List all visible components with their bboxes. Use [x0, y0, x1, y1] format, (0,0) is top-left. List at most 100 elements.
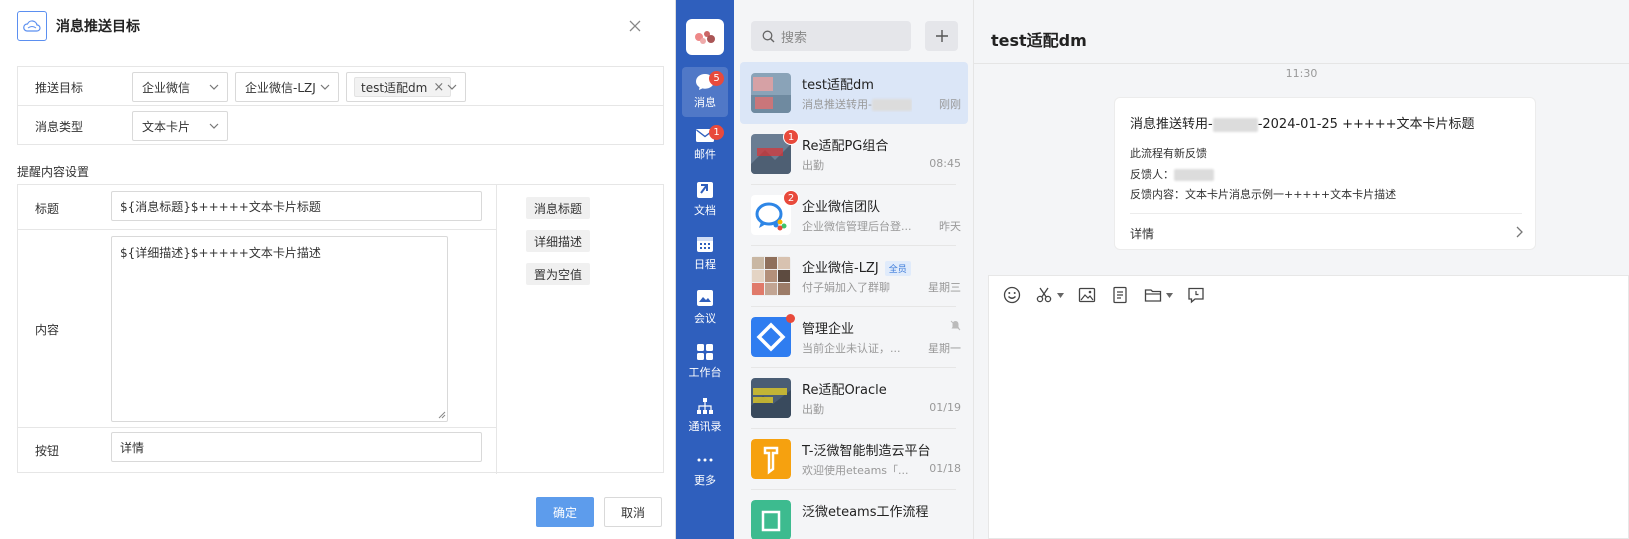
chevron-right-icon[interactable]	[1515, 226, 1523, 238]
folder-icon	[1144, 289, 1162, 302]
target-settings: 推送目标 企业微信 企业微信-LZJ test适配dm × 消息类型 文本卡片	[17, 66, 664, 145]
nav-label: 会议	[694, 312, 716, 325]
feedback-person-label: 反馈人：	[1130, 168, 1174, 181]
document-button[interactable]	[1111, 286, 1129, 304]
push-target-select-1[interactable]: 企业微信	[132, 72, 228, 102]
document-icon	[1113, 286, 1127, 304]
card-title-prefix: 消息推送转用-	[1130, 117, 1213, 132]
nav-item-more[interactable]: 更多	[682, 445, 728, 495]
push-target-select-3[interactable]: test适配dm ×	[346, 72, 466, 102]
nav-label: 日程	[694, 258, 716, 271]
nav-item-calendar[interactable]: 日程	[682, 229, 728, 279]
avatar	[751, 256, 791, 296]
chat-item-test-dm[interactable]: test适配dm 消息推送转用- 刚刚	[740, 62, 968, 124]
title-input[interactable]	[111, 191, 482, 221]
chat-list-panel: 搜索 test适配dm 消息推送转用- 刚刚 1 Re适配PG组合 出勤 08:…	[734, 0, 974, 539]
nav-label: 更多	[694, 474, 716, 487]
add-button[interactable]	[925, 21, 958, 51]
unread-badge: 1	[783, 129, 799, 145]
content-settings: 标题 内容 ${详细描述}$+++++文本卡片描述 按钮 消息标题 详细描述 置…	[17, 184, 664, 474]
history-button[interactable]	[1187, 286, 1205, 304]
nav-item-docs[interactable]: 文档	[682, 175, 728, 225]
card-title-suffix: -2024-01-25 +++++文本卡片标题	[1257, 117, 1475, 132]
button-input[interactable]	[111, 432, 482, 462]
chat-item-manage-company[interactable]: 管理企业 当前企业未认证，... 星期一	[740, 306, 968, 368]
confirm-button[interactable]: 确定	[536, 497, 594, 527]
chat-preview: 出勤	[802, 159, 824, 172]
nav-item-meeting[interactable]: 会议	[682, 283, 728, 333]
nav-item-mail[interactable]: 邮件 1	[682, 121, 728, 171]
folder-button[interactable]	[1144, 286, 1173, 304]
push-target-value-1: 企业微信	[142, 80, 191, 95]
text-card-message[interactable]: 消息推送转用- -2024-01-25 +++++文本卡片标题 此流程有新反馈 反…	[1114, 97, 1536, 250]
card-line-feedback-person: 反馈人：	[1130, 166, 1214, 182]
dialog-title: 消息推送目标	[56, 19, 140, 35]
redacted-text	[1174, 169, 1214, 181]
image-button[interactable]	[1078, 286, 1096, 304]
nav-label: 工作台	[688, 366, 722, 379]
close-icon[interactable]	[625, 16, 645, 36]
cloud-icon	[17, 11, 47, 41]
card-detail-link[interactable]: 详情	[1130, 225, 1154, 242]
message-type-select[interactable]: 文本卡片	[132, 111, 228, 141]
avatar	[751, 317, 791, 357]
reminder-section-title: 提醒内容设置	[17, 165, 90, 179]
nav-item-messages[interactable]: 消息 5	[682, 67, 728, 117]
chat-preview: 消息推送转用-	[802, 96, 912, 112]
nav-label: 文档	[694, 204, 716, 217]
content-textarea[interactable]: ${详细描述}$+++++文本卡片描述	[111, 236, 448, 422]
chat-preview: 企业微信管理后台登...	[802, 220, 912, 233]
chat-name: T-泛微智能制造云平台	[802, 444, 931, 459]
content-field-label: 内容	[35, 323, 60, 337]
nav-item-workbench[interactable]: 工作台	[682, 337, 728, 387]
message-editor[interactable]	[988, 275, 1629, 539]
redacted-text	[1212, 117, 1258, 132]
meeting-icon	[697, 290, 713, 306]
chat-preview: 付子娟加入了群聊	[802, 281, 890, 294]
cancel-button[interactable]: 取消	[604, 497, 662, 527]
chat-item-weaver-cloud[interactable]: T-泛微智能制造云平台 欢迎使用eteams「... 01/18	[740, 428, 968, 490]
button-field-label: 按钮	[35, 444, 60, 458]
grid-icon	[697, 344, 713, 360]
chat-item-wecom-team[interactable]: 2 企业微信团队 企业微信管理后台登... 昨天	[740, 184, 968, 246]
mute-bell-icon	[950, 320, 961, 331]
chat-time: 01/19	[929, 401, 961, 414]
chevron-down-icon	[209, 84, 219, 90]
chat-item-re-oracle[interactable]: Re适配Oracle 出勤 01/19	[740, 367, 968, 429]
caret-down-icon	[1057, 292, 1064, 298]
unread-dot	[786, 314, 795, 323]
avatar	[751, 500, 791, 539]
chat-time: 08:45	[929, 157, 961, 170]
message-type-label: 消息类型	[35, 120, 84, 134]
chip-set-empty[interactable]: 置为空值	[526, 263, 591, 285]
resize-handle-icon[interactable]	[438, 411, 446, 419]
caret-down-icon	[1166, 292, 1173, 298]
calendar-icon	[697, 237, 713, 252]
app-sidebar: 消息 5 邮件 1 文档 日程 会议 工作台 通讯录 更多	[676, 0, 734, 539]
scissors-icon	[1036, 287, 1052, 303]
chat-name-text: 企业微信-LZJ	[802, 261, 879, 276]
chat-item-re-pg[interactable]: 1 Re适配PG组合 出勤 08:45	[740, 123, 968, 185]
nav-item-contacts[interactable]: 通讯录	[682, 391, 728, 441]
emoji-button[interactable]	[1003, 286, 1021, 304]
unread-badge: 2	[783, 190, 799, 206]
card-line-status: 此流程有新反馈	[1130, 147, 1207, 160]
chat-name: 管理企业	[802, 322, 855, 337]
chat-item-wecom-lzj[interactable]: 企业微信-LZJ 全员 付子娟加入了群聊 星期三	[740, 245, 968, 307]
push-target-select-2[interactable]: 企业微信-LZJ	[235, 72, 339, 102]
chat-time: 昨天	[939, 220, 961, 233]
app-logo[interactable]	[686, 19, 724, 55]
search-input[interactable]: 搜索	[751, 21, 911, 51]
doc-icon	[697, 182, 713, 198]
image-icon	[1078, 287, 1096, 303]
chat-item-weaver-workflow[interactable]: 泛微eteams工作流程	[740, 489, 968, 539]
chip-message-title[interactable]: 消息标题	[526, 197, 591, 219]
push-target-tag: test适配dm ×	[354, 77, 452, 97]
chevron-down-icon	[320, 84, 330, 90]
screenshot-button[interactable]	[1035, 286, 1064, 304]
conversation-panel: test适配dm 11:30 消息推送转用- -2024-01-25 +++++文…	[974, 0, 1629, 539]
avatar	[751, 378, 791, 418]
chip-detail-description[interactable]: 详细描述	[526, 230, 591, 252]
tag-remove-icon[interactable]: ×	[433, 80, 444, 95]
chat-preview: 出勤	[802, 403, 824, 416]
